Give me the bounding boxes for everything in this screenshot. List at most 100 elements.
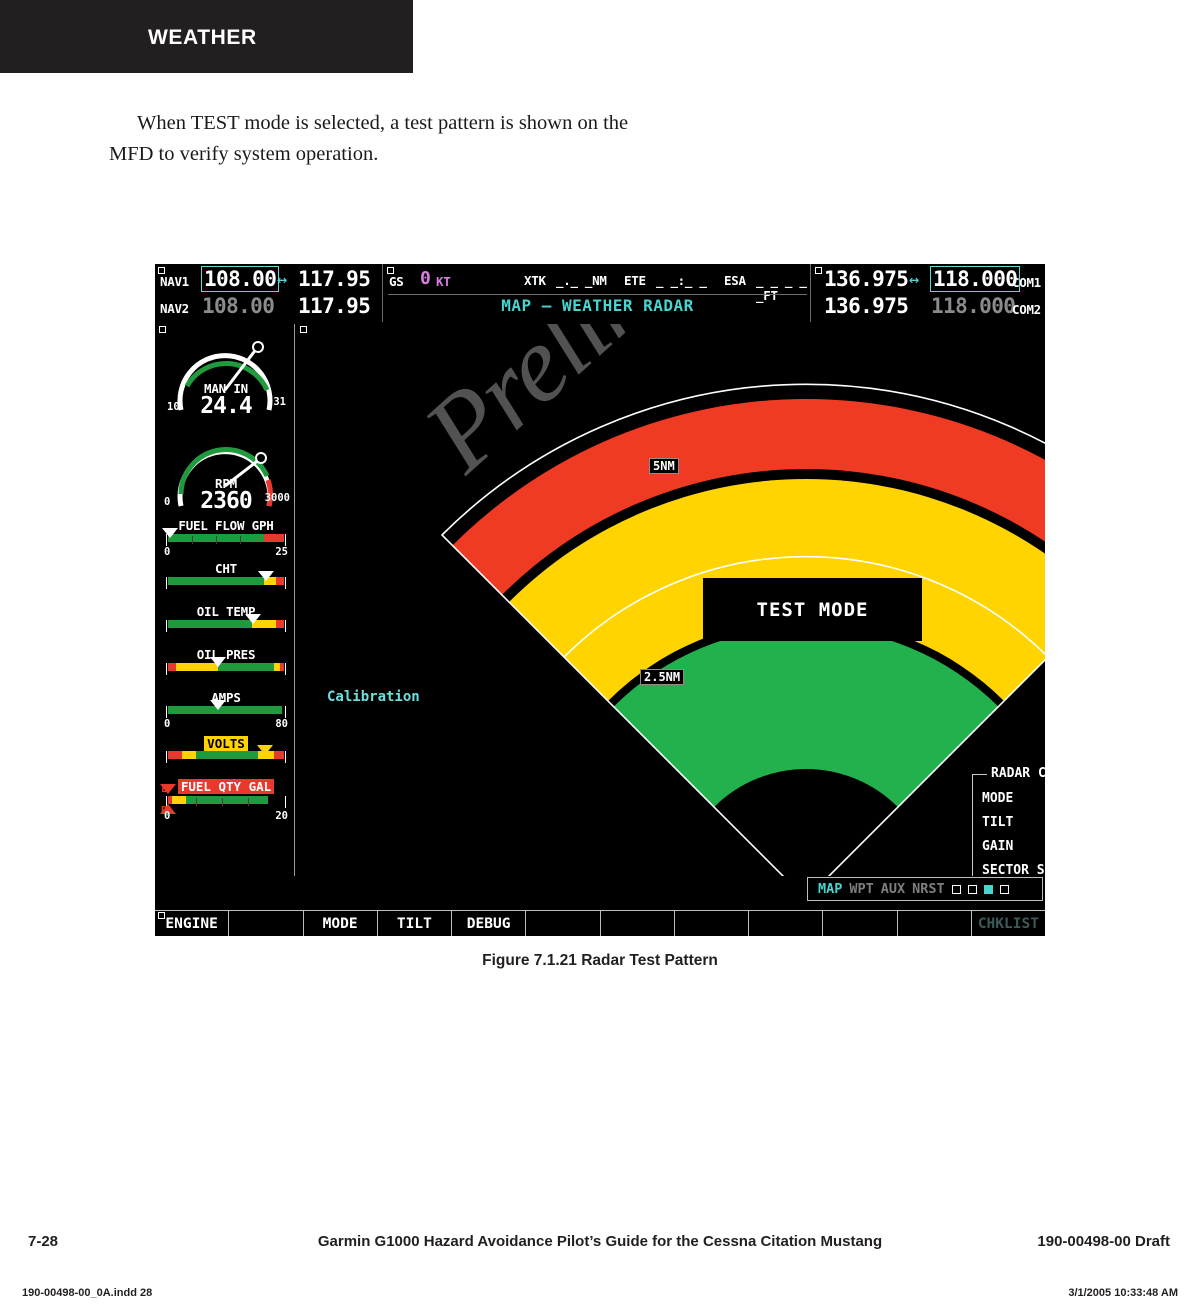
cht-bar <box>166 571 286 589</box>
softkey-blank-6[interactable] <box>823 910 898 936</box>
oil-temp-bar <box>166 614 286 632</box>
fuel-flow-bar <box>162 528 286 546</box>
amps-max: 80 <box>275 718 288 730</box>
com1-swap-icon[interactable]: ↔ <box>909 270 919 290</box>
rpm-value: 2360 <box>200 488 252 514</box>
oil-pres-label: OIL PRES <box>196 647 256 662</box>
nav1-active-frequency: 117.95 <box>298 267 371 291</box>
com2-active-frequency[interactable]: 118.000 <box>931 294 1016 318</box>
oil-temp-pointer <box>245 614 261 624</box>
ete-label: ETE <box>624 273 646 288</box>
softkey-blank-4[interactable] <box>674 910 749 936</box>
softkey-mode[interactable]: MODE <box>303 910 378 936</box>
softkey-engine[interactable]: ENGINE <box>155 910 230 936</box>
fuel-flow-max: 25 <box>275 546 288 558</box>
radar-control-row-tilt[interactable]: TILT +00° <box>982 815 1045 837</box>
page-indicator-4[interactable] <box>999 884 1009 894</box>
com2-label: COM2 <box>1012 302 1041 317</box>
page-group-aux[interactable]: AUX <box>881 881 905 897</box>
radar-sector-graphic <box>416 383 1045 876</box>
amps-min: 0 <box>164 718 171 730</box>
volts-pointer <box>257 745 273 755</box>
page-indicator-2[interactable] <box>967 884 977 894</box>
weather-radar-display[interactable]: Preliminary 5NM 2.5NM TEST MODE Calibrat… <box>296 324 1045 876</box>
oil-pres-pointer <box>210 657 226 667</box>
com1-standby-frequency[interactable]: 136.975 <box>824 267 909 291</box>
fuel-qty-max: 20 <box>275 810 288 822</box>
page-group-nrst[interactable]: NRST <box>912 881 945 897</box>
amps-label: AMPS <box>211 690 241 705</box>
volts-bar <box>166 745 286 763</box>
gps-divider <box>388 294 807 295</box>
softkey-blank-2[interactable] <box>526 910 601 936</box>
page-group-wpt[interactable]: WPT <box>849 881 873 897</box>
nav2-standby-frequency[interactable]: 108.00 <box>202 294 275 318</box>
com-frequency-block: 136.975 ↔ 118.000 COM1 136.975 118.000 C… <box>812 264 1045 322</box>
radar-control-row-gain[interactable]: GAIN 0.0000 <box>982 839 1045 861</box>
manifold-pressure-value: 24.4 <box>200 393 252 419</box>
mfd-page-title: MAP – WEATHER RADAR <box>501 296 694 315</box>
fuel-flow-pointer <box>162 528 178 538</box>
page-group-navigation[interactable]: MAP WPT AUX NRST <box>807 877 1043 901</box>
xtk-value: _._ _NM <box>556 273 607 288</box>
fuel-qty-left-mark: L <box>161 783 168 795</box>
groundspeed-value: 0 <box>420 268 431 289</box>
mfd-top-bar: NAV1 108.00 ↔ 117.95 NAV2 108.00 117.95 … <box>155 264 1045 322</box>
softkey-blank-1[interactable] <box>229 910 304 936</box>
figure-caption: Figure 7.1.21 Radar Test Pattern <box>482 952 718 969</box>
mode-key: MODE <box>982 791 1014 806</box>
gps-status-block: GS 0 KT XTK _._ _NM ETE _ _:_ _ ESA _ _ … <box>384 264 811 322</box>
radar-control-window[interactable]: RADAR CONTROL MODE TEST TILT +00° GAIN 0… <box>972 766 1045 876</box>
page-indicator-3[interactable] <box>983 884 993 894</box>
nav1-swap-icon[interactable]: ↔ <box>277 270 287 290</box>
fuel-qty-min: 0 <box>164 810 171 822</box>
nav1-standby-frequency[interactable]: 108.00 <box>201 266 280 292</box>
calibration-label: Calibration <box>327 689 420 705</box>
softkey-debug[interactable]: DEBUG <box>452 910 527 936</box>
amps-bar <box>166 700 286 718</box>
footer-part-number: 190-00498-00 Draft <box>1037 1233 1170 1250</box>
softkey-tilt[interactable]: TILT <box>377 910 452 936</box>
nav-frequency-block: NAV1 108.00 ↔ 117.95 NAV2 108.00 117.95 <box>155 264 383 322</box>
amps-pointer <box>210 700 226 710</box>
oil-temp-label: OIL TEMP <box>196 604 256 619</box>
radar-control-row-sector-scan[interactable]: SECTOR SCAN ◀OFF▶ <box>982 863 1045 876</box>
com1-label: COM1 <box>1012 275 1041 290</box>
softkey-chklist[interactable]: CHKLIST <box>971 910 1045 936</box>
print-mark-left: 190-00498-00_0A.indd 28 <box>22 1287 153 1299</box>
cht-pointer <box>258 571 274 581</box>
softkey-blank-5[interactable] <box>749 910 824 936</box>
footer-document-title: Garmin G1000 Hazard Avoidance Pilot’s Gu… <box>317 1233 883 1250</box>
nav2-label: NAV2 <box>160 301 189 316</box>
engine-instrument-strip[interactable]: 10 31 MAN IN 24.4 0 3000 RPM 2360 FUEL F… <box>157 324 295 876</box>
gain-key: GAIN <box>982 839 1014 854</box>
cht-label: CHT <box>215 561 237 576</box>
page-header-title: WEATHER <box>148 26 257 49</box>
radar-control-row-mode[interactable]: MODE TEST <box>982 791 1045 813</box>
com2-standby-frequency[interactable]: 136.975 <box>824 294 909 318</box>
print-mark-right: 3/1/2005 10:33:48 AM <box>1068 1287 1178 1299</box>
com-tick-icon <box>815 267 822 274</box>
test-mode-banner: TEST MODE <box>703 578 922 641</box>
page-indicator-1[interactable] <box>951 884 961 894</box>
page-group-map[interactable]: MAP <box>818 881 842 897</box>
range-ring-label-inner: 2.5NM <box>640 669 685 685</box>
softkey-bar[interactable]: ENGINE MODE TILT DEBUG CHKLIST <box>155 910 1045 936</box>
softkey-blank-7[interactable] <box>897 910 972 936</box>
sector-scan-key: SECTOR SCAN <box>982 863 1045 876</box>
mfd-screen: NAV1 108.00 ↔ 117.95 NAV2 108.00 117.95 … <box>155 264 1045 936</box>
com1-active-frequency[interactable]: 118.000 <box>930 266 1021 292</box>
esa-label: ESA <box>724 273 746 288</box>
nav-tick-icon <box>158 267 165 274</box>
body-paragraph: When TEST mode is selected, a test patte… <box>109 112 629 165</box>
groundspeed-label: GS <box>389 274 404 289</box>
fuel-qty-bar: L R <box>160 783 286 817</box>
nav1-label: NAV1 <box>160 274 189 289</box>
fuel-qty-label-wrap: FUEL QTY GAL <box>157 776 295 795</box>
volts-label-wrap: VOLTS <box>157 733 295 752</box>
radar-control-title: RADAR CONTROL <box>987 766 1045 781</box>
oil-pres-bar <box>166 657 286 675</box>
groundspeed-unit: KT <box>436 274 451 289</box>
xtk-label: XTK <box>524 273 546 288</box>
softkey-blank-3[interactable] <box>600 910 675 936</box>
